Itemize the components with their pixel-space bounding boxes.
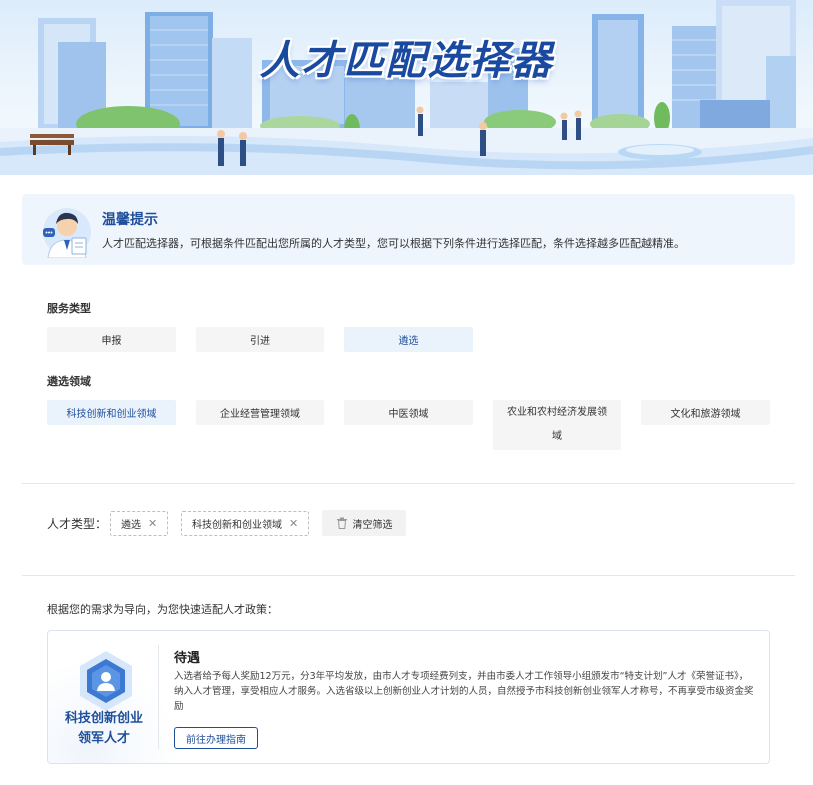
close-icon[interactable]: ✕ [289, 517, 298, 530]
service-type-label: 服务类型 [47, 302, 91, 315]
policy-card-title: 待遇 [174, 651, 201, 666]
policy-card-name-line1: 科技创新创业 [64, 711, 143, 726]
selected-tag-tech: 科技创新和创业领域 ✕ [181, 511, 310, 536]
service-option-introduce[interactable]: 引进 [196, 327, 324, 352]
field-label: 遴选领域 [47, 375, 91, 388]
field-option-tcm[interactable]: 中医领域 [344, 400, 473, 425]
tip-text: 人才匹配选择器，可根据条件匹配出您所属的人才类型，您可以根据下列条件进行选择匹配… [102, 237, 685, 250]
card-divider [158, 645, 159, 749]
field-option-agriculture[interactable]: 农业和农村经济发展领域 [493, 400, 621, 450]
trash-icon [336, 517, 347, 529]
policy-card-name: 科技创新创业 领军人才 [48, 709, 160, 749]
policy-card-description: 入选者给予每人奖励12万元，分3年平均发放，由市人才专项经费列支，并由市委人才工… [174, 671, 754, 712]
selected-filters-label: 人才类型： [47, 517, 108, 531]
banner: 人才匹配选择器 [0, 0, 813, 175]
service-option-select[interactable]: 遴选 [344, 327, 473, 352]
divider [22, 483, 795, 484]
guide-link-button[interactable]: 前往办理指南 [174, 727, 258, 749]
tip-title: 温馨提示 [102, 212, 158, 228]
policy-card: 科技创新创业 领军人才 待遇 入选者给予每人奖励12万元，分3年平均发放，由市人… [47, 630, 770, 764]
field-option-business[interactable]: 企业经营管理领域 [196, 400, 324, 425]
clear-filters-label: 清空筛选 [352, 519, 393, 531]
service-staff-avatar-icon [43, 208, 91, 258]
result-guide-text: 根据您的需求为导向，为您快速适配人才政策： [47, 603, 278, 616]
selected-tag-text: 科技创新和创业领域 [192, 520, 282, 531]
service-option-declare[interactable]: 申报 [47, 327, 176, 352]
selected-tag-text: 遴选 [121, 520, 141, 531]
talent-badge-icon [80, 651, 132, 711]
page-title: 人才匹配选择器 [259, 38, 554, 84]
tip-panel: 温馨提示 人才匹配选择器，可根据条件匹配出您所属的人才类型，您可以根据下列条件进… [22, 194, 795, 265]
close-icon[interactable]: ✕ [148, 517, 157, 530]
clear-filters-button[interactable]: 清空筛选 [322, 510, 406, 536]
divider [22, 575, 795, 576]
field-option-culture[interactable]: 文化和旅游领域 [641, 400, 770, 425]
policy-card-name-line2: 领军人才 [77, 731, 130, 746]
field-option-tech[interactable]: 科技创新和创业领域 [47, 400, 176, 425]
selected-tag-select: 遴选 ✕ [110, 511, 169, 536]
banner-illustration [0, 0, 813, 175]
